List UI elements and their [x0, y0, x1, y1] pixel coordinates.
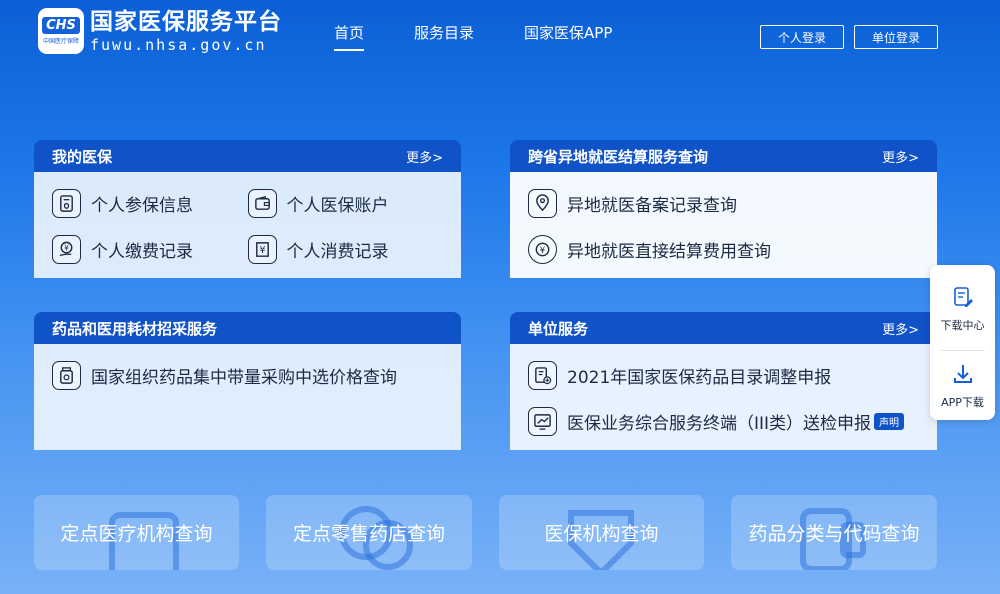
main-nav: 首页 服务目录 国家医保APP	[334, 22, 662, 51]
download-icon	[951, 362, 975, 390]
personal-login-button[interactable]: 个人登录	[760, 25, 844, 49]
app-download-button[interactable]: APP下载	[930, 362, 995, 410]
document-add-icon	[528, 360, 557, 390]
wallet-icon	[247, 188, 277, 218]
site-title: 国家医保服务平台	[90, 9, 282, 35]
yuan-hand-icon: ¥	[52, 234, 81, 264]
nav-app[interactable]: 国家医保APP	[524, 22, 612, 50]
chart-trend-icon	[528, 406, 557, 436]
download-document-icon	[951, 285, 975, 313]
personal-insurance-info-link[interactable]: 个人参保信息	[52, 188, 248, 218]
consumption-record-link[interactable]: ¥ 个人消费记录	[247, 234, 444, 264]
remote-settlement-query-link[interactable]: ¥ 异地就医直接结算费用查询	[528, 234, 771, 264]
divider	[940, 350, 985, 351]
payment-record-link[interactable]: ¥ 个人缴费记录	[52, 234, 248, 264]
panel-unit-service: 单位服务 更多> 2021年国家医保药品目录调整申报 医保业务综合服务终端（II…	[510, 312, 937, 450]
panel-title: 我的医保	[52, 147, 113, 166]
site-logo[interactable]: CHS 中国医疗保障 国家医保服务平台 fuwu.nhsa.gov.cn	[38, 8, 282, 54]
yuan-receipt-icon: ¥	[247, 234, 277, 264]
more-link[interactable]: 更多>	[406, 147, 443, 166]
shield-document-icon	[52, 188, 81, 218]
yuan-coin-icon: ¥	[528, 234, 557, 264]
terminal-inspection-application-link[interactable]: 医保业务综合服务终端（III类）送检申报 声明	[528, 406, 905, 436]
more-link[interactable]: 更多>	[882, 147, 919, 166]
svg-text:¥: ¥	[64, 243, 69, 252]
notice-badge[interactable]: 声明	[874, 412, 905, 430]
drug-catalog-application-link[interactable]: 2021年国家医保药品目录调整申报	[528, 360, 831, 390]
side-float-panel: 下载中心 APP下载	[930, 265, 995, 420]
svg-text:¥: ¥	[259, 244, 265, 255]
location-pin-icon	[528, 188, 557, 218]
panel-drug-procurement: 药品和医用耗材招采服务 国家组织药品集中带量采购中选价格查询	[34, 312, 461, 450]
nav-home[interactable]: 首页	[334, 22, 365, 51]
more-link[interactable]: 更多>	[882, 319, 919, 338]
panel-my-insurance: 我的医保 更多> 个人参保信息 个人医保账户 ¥ 个人缴费记录 ¥ 个人消费记录	[34, 140, 461, 278]
card-insurance-agency-query[interactable]: 医保机构查询	[499, 495, 704, 570]
unit-login-button[interactable]: 单位登录	[854, 25, 938, 49]
svg-text:¥: ¥	[540, 245, 546, 255]
medicine-bottle-icon	[52, 360, 81, 390]
chs-logo-icon: CHS 中国医疗保障	[38, 8, 84, 54]
card-drug-code-query[interactable]: 药品分类与代码查询	[731, 495, 937, 570]
header: CHS 中国医疗保障 国家医保服务平台 fuwu.nhsa.gov.cn 首页 …	[0, 0, 1000, 70]
personal-account-link[interactable]: 个人医保账户	[247, 188, 444, 218]
remote-filing-query-link[interactable]: 异地就医备案记录查询	[528, 188, 737, 218]
card-medical-institution-query[interactable]: 定点医疗机构查询	[34, 495, 239, 570]
nav-service-catalog[interactable]: 服务目录	[414, 22, 474, 50]
site-url: fuwu.nhsa.gov.cn	[90, 36, 267, 54]
card-retail-pharmacy-query[interactable]: 定点零售药店查询	[266, 495, 472, 570]
panel-title: 跨省异地就医结算服务查询	[528, 147, 709, 166]
panel-cross-province: 跨省异地就医结算服务查询 更多> 异地就医备案记录查询 ¥ 异地就医直接结算费用…	[510, 140, 937, 278]
drug-price-query-link[interactable]: 国家组织药品集中带量采购中选价格查询	[52, 360, 397, 390]
panel-title: 药品和医用耗材招采服务	[52, 319, 218, 338]
download-center-button[interactable]: 下载中心	[930, 285, 995, 333]
panel-title: 单位服务	[528, 319, 589, 338]
